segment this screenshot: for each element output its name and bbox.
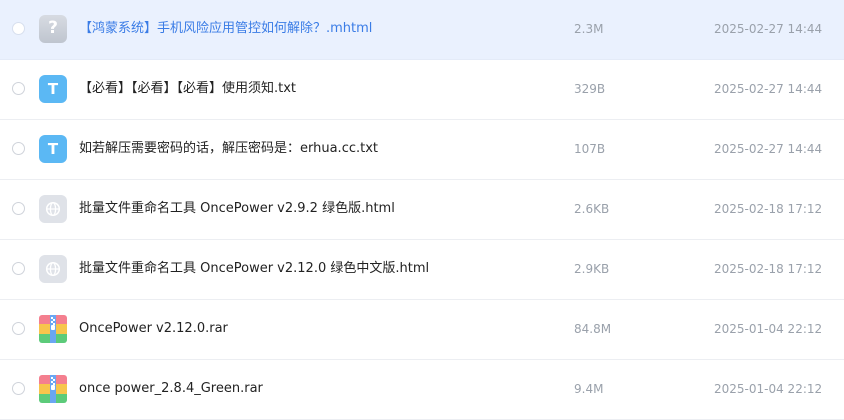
file-size: 2.9KB <box>574 262 610 276</box>
file-name[interactable]: OncePower v2.12.0.rar <box>79 320 228 338</box>
file-date: 2025-02-27 14:44 <box>714 82 823 96</box>
file-row[interactable]: 批量文件重命名工具 OncePower v2.12.0 绿色中文版.html 2… <box>0 240 844 300</box>
row-checkbox[interactable] <box>12 22 25 35</box>
file-size: 2.3M <box>574 22 604 36</box>
row-checkbox[interactable] <box>12 202 25 215</box>
file-date: 2025-02-27 14:44 <box>714 142 823 156</box>
file-date: 2025-01-04 22:12 <box>714 322 823 336</box>
file-name[interactable]: once power_2.8.4_Green.rar <box>79 380 263 398</box>
html-file-icon <box>39 195 67 223</box>
html-file-icon <box>39 255 67 283</box>
file-name[interactable]: 如若解压需要密码的话，解压密码是：erhua.cc.txt <box>79 140 378 158</box>
file-row[interactable]: T 如若解压需要密码的话，解压密码是：erhua.cc.txt 107B 202… <box>0 120 844 180</box>
file-name[interactable]: 【鸿蒙系统】手机风险应用管控如何解除？.mhtml <box>79 20 372 38</box>
file-size: 9.4M <box>574 382 604 396</box>
archive-file-icon <box>39 315 67 343</box>
file-size: 84.8M <box>574 322 612 336</box>
unknown-file-icon: ? <box>39 15 67 43</box>
file-date: 2025-02-18 17:12 <box>714 202 823 216</box>
file-row[interactable]: ? 【鸿蒙系统】手机风险应用管控如何解除？.mhtml 2.3M 2025-02… <box>0 0 844 60</box>
text-file-icon: T <box>39 75 67 103</box>
file-row[interactable]: 批量文件重命名工具 OncePower v2.9.2 绿色版.html 2.6K… <box>0 180 844 240</box>
file-name[interactable]: 批量文件重命名工具 OncePower v2.12.0 绿色中文版.html <box>79 260 429 278</box>
file-list: ? 【鸿蒙系统】手机风险应用管控如何解除？.mhtml 2.3M 2025-02… <box>0 0 844 420</box>
file-size: 2.6KB <box>574 202 610 216</box>
file-row[interactable]: OncePower v2.12.0.rar 84.8M 2025-01-04 2… <box>0 300 844 360</box>
row-checkbox[interactable] <box>12 262 25 275</box>
file-size: 107B <box>574 142 606 156</box>
row-checkbox[interactable] <box>12 82 25 95</box>
file-row[interactable]: T 【必看】【必看】【必看】使用须知.txt 329B 2025-02-27 1… <box>0 60 844 120</box>
file-size: 329B <box>574 82 606 96</box>
text-file-icon: T <box>39 135 67 163</box>
file-name[interactable]: 批量文件重命名工具 OncePower v2.9.2 绿色版.html <box>79 200 395 218</box>
row-checkbox[interactable] <box>12 142 25 155</box>
file-date: 2025-01-04 22:12 <box>714 382 823 396</box>
row-checkbox[interactable] <box>12 322 25 335</box>
archive-file-icon <box>39 375 67 403</box>
file-name[interactable]: 【必看】【必看】【必看】使用须知.txt <box>79 80 296 98</box>
file-row[interactable]: once power_2.8.4_Green.rar 9.4M 2025-01-… <box>0 360 844 420</box>
file-date: 2025-02-18 17:12 <box>714 262 823 276</box>
file-date: 2025-02-27 14:44 <box>714 22 823 36</box>
row-checkbox[interactable] <box>12 382 25 395</box>
